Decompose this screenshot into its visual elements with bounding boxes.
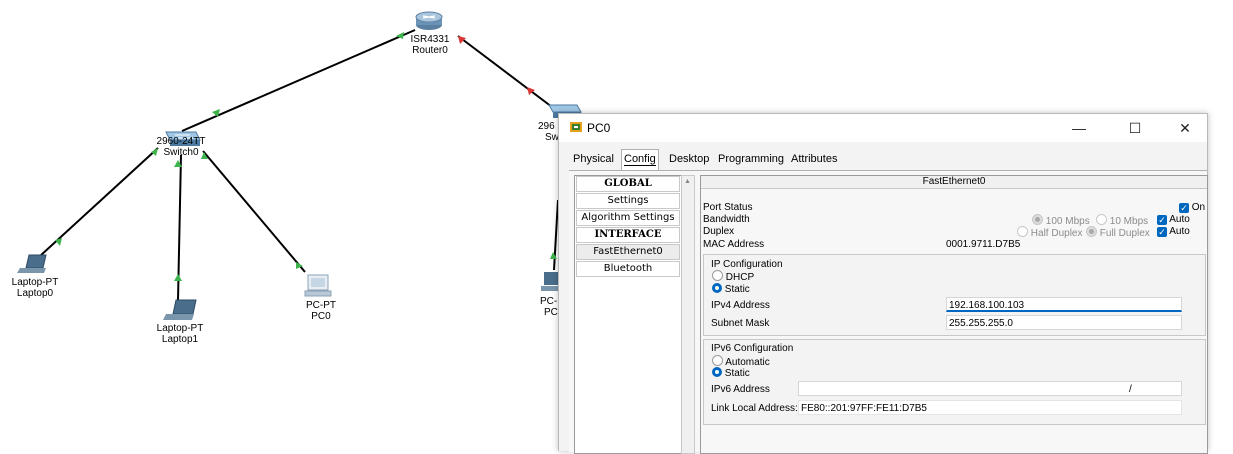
device-name: PC [544,307,558,318]
device-type: ISR4331 [410,34,450,45]
ipv6-config-title: IPv6 Configuration [711,343,794,354]
interface-settings: FastEthernet0 Port Status ✓ On Bandwidth… [700,175,1208,454]
window-title: PC0 [587,121,611,135]
device-name: Switch0 [163,147,199,158]
duplex-half-radio [1017,226,1028,237]
device-type: Laptop-PT [11,277,59,288]
config-nav-list: GLOBAL Settings Algorithm Settings INTER… [574,175,682,454]
nav-item-algorithm-settings[interactable]: Algorithm Settings [576,210,680,226]
router-label: ISR4331 Router0 [405,34,455,56]
ipv4-address-label: IPv4 Address [711,300,770,311]
duplex-auto-option[interactable]: ✓ Auto [1157,226,1190,237]
static-option[interactable]: Static [712,283,750,295]
link-local-value: FE80::201:97FF:FE11:D7B5 [798,400,1182,415]
mac-address-value: 0001.9711.D7B5 [946,239,1021,250]
duplex-full-label: Full Duplex [1099,228,1150,239]
device-type: Laptop-PT [156,323,204,334]
duplex-half-option: Half Duplex [1017,226,1082,239]
device-name: Sw [545,132,559,143]
tab-physical[interactable]: Physical [571,150,616,168]
tab-programming[interactable]: Programming [716,150,786,168]
device-name: Laptop0 [16,288,54,299]
device-type: PC-PT [306,300,336,311]
link-router-switch1[interactable] [457,35,557,111]
minimize-button[interactable]: — [1059,117,1099,139]
ipv6-config-group: IPv6 Configuration Automatic Static IPv6… [703,339,1206,425]
tab-config[interactable]: Config [621,149,659,170]
static-label: Static [724,284,750,295]
port-on-label: On [1191,202,1206,213]
static-radio[interactable] [712,283,722,293]
tab-desktop[interactable]: Desktop [667,150,711,168]
tab-config-label: Config [624,153,656,166]
port-on-checkbox[interactable]: ✓ [1179,203,1189,213]
dhcp-label: DHCP [725,272,755,283]
ipv6-automatic-radio[interactable] [712,355,723,366]
laptop1-label: Laptop-PT Laptop1 [150,323,210,345]
switch1-label: 296 Sw [538,121,559,143]
tab-attributes[interactable]: Attributes [789,150,839,168]
bandwidth-10-radio [1096,214,1107,225]
device-name: PC0 [311,311,331,322]
pc-icon[interactable] [304,274,332,297]
device-type: PC- [540,296,558,307]
nav-header-global: GLOBAL [576,176,680,192]
ipv4-address-input[interactable]: 192.168.100.103 [946,297,1182,312]
ipv6-address-input[interactable] [798,381,1182,396]
port-status-label: Port Status [703,202,753,213]
ipv4-config-title: IP Configuration [711,259,783,270]
nav-item-settings[interactable]: Settings [576,193,680,209]
bandwidth-100-radio [1032,214,1043,225]
pc-icon[interactable] [541,272,558,291]
mac-address-label: MAC Address [703,239,765,250]
device-type: 2960-24TT [156,136,206,147]
nav-item-bluetooth[interactable]: Bluetooth [576,261,680,277]
duplex-half-label: Half Duplex [1030,228,1083,239]
bandwidth-auto-checkbox[interactable]: ✓ [1157,215,1167,225]
laptop-icon[interactable] [17,254,47,273]
bandwidth-auto-label: Auto [1169,214,1190,225]
window-titlebar[interactable]: PC0 — ☐ ✕ [559,114,1207,142]
ipv6-static-label: Static [724,368,750,379]
port-status-option[interactable]: ✓ On [1179,202,1205,213]
pc0-config-window[interactable]: PC0 — ☐ ✕ Physical Config Desktop Progra… [558,113,1208,454]
router-icon[interactable] [415,11,443,30]
dhcp-option[interactable]: DHCP [712,270,754,283]
dhcp-radio[interactable] [712,270,723,281]
switch0-label: 2960-24TT Switch0 [150,136,212,158]
config-panel: GLOBAL Settings Algorithm Settings INTER… [569,170,1208,454]
duplex-full-radio [1086,226,1097,237]
pc0-label: PC-PT PC0 [296,300,346,322]
laptop-icon[interactable] [163,299,197,320]
ipv6-static-radio[interactable] [712,367,722,377]
close-button[interactable]: ✕ [1165,117,1205,139]
link-switch0-pc0[interactable] [202,150,306,273]
device-type: 296 [538,121,555,132]
laptop0-label: Laptop-PT Laptop0 [5,277,65,299]
bandwidth-label: Bandwidth [703,214,750,225]
duplex-full-option: Full Duplex [1086,226,1150,239]
nav-scrollbar[interactable]: ▲ [681,175,695,454]
interface-title: FastEthernet0 [701,176,1207,189]
maximize-button[interactable]: ☐ [1115,117,1155,139]
nav-header-interface: INTERFACE [576,227,680,243]
duplex-label: Duplex [703,226,735,237]
ipv4-config-group: IP Configuration DHCP Static IPv4 Addres… [703,254,1206,336]
pc1-label: PC- PC [540,296,558,318]
nav-item-fastethernet0[interactable]: FastEthernet0 [576,244,680,260]
scroll-up-icon[interactable]: ▲ [684,178,691,185]
packet-tracer-icon [570,122,582,132]
ipv6-address-label: IPv6 Address [711,384,770,395]
link-local-label: Link Local Address: [711,403,798,414]
bandwidth-auto-option[interactable]: ✓ Auto [1157,214,1190,225]
subnet-mask-label: Subnet Mask [711,318,770,329]
duplex-auto-checkbox[interactable]: ✓ [1157,227,1167,237]
device-name: Router0 [412,45,448,56]
subnet-mask-input[interactable]: 255.255.255.0 [946,315,1182,330]
duplex-auto-label: Auto [1169,226,1190,237]
ipv6-static-option[interactable]: Static [712,367,750,379]
link-up-indicator [174,274,182,281]
device-name: Laptop1 [161,334,199,345]
ipv6-prefix-separator: / [1129,384,1132,395]
